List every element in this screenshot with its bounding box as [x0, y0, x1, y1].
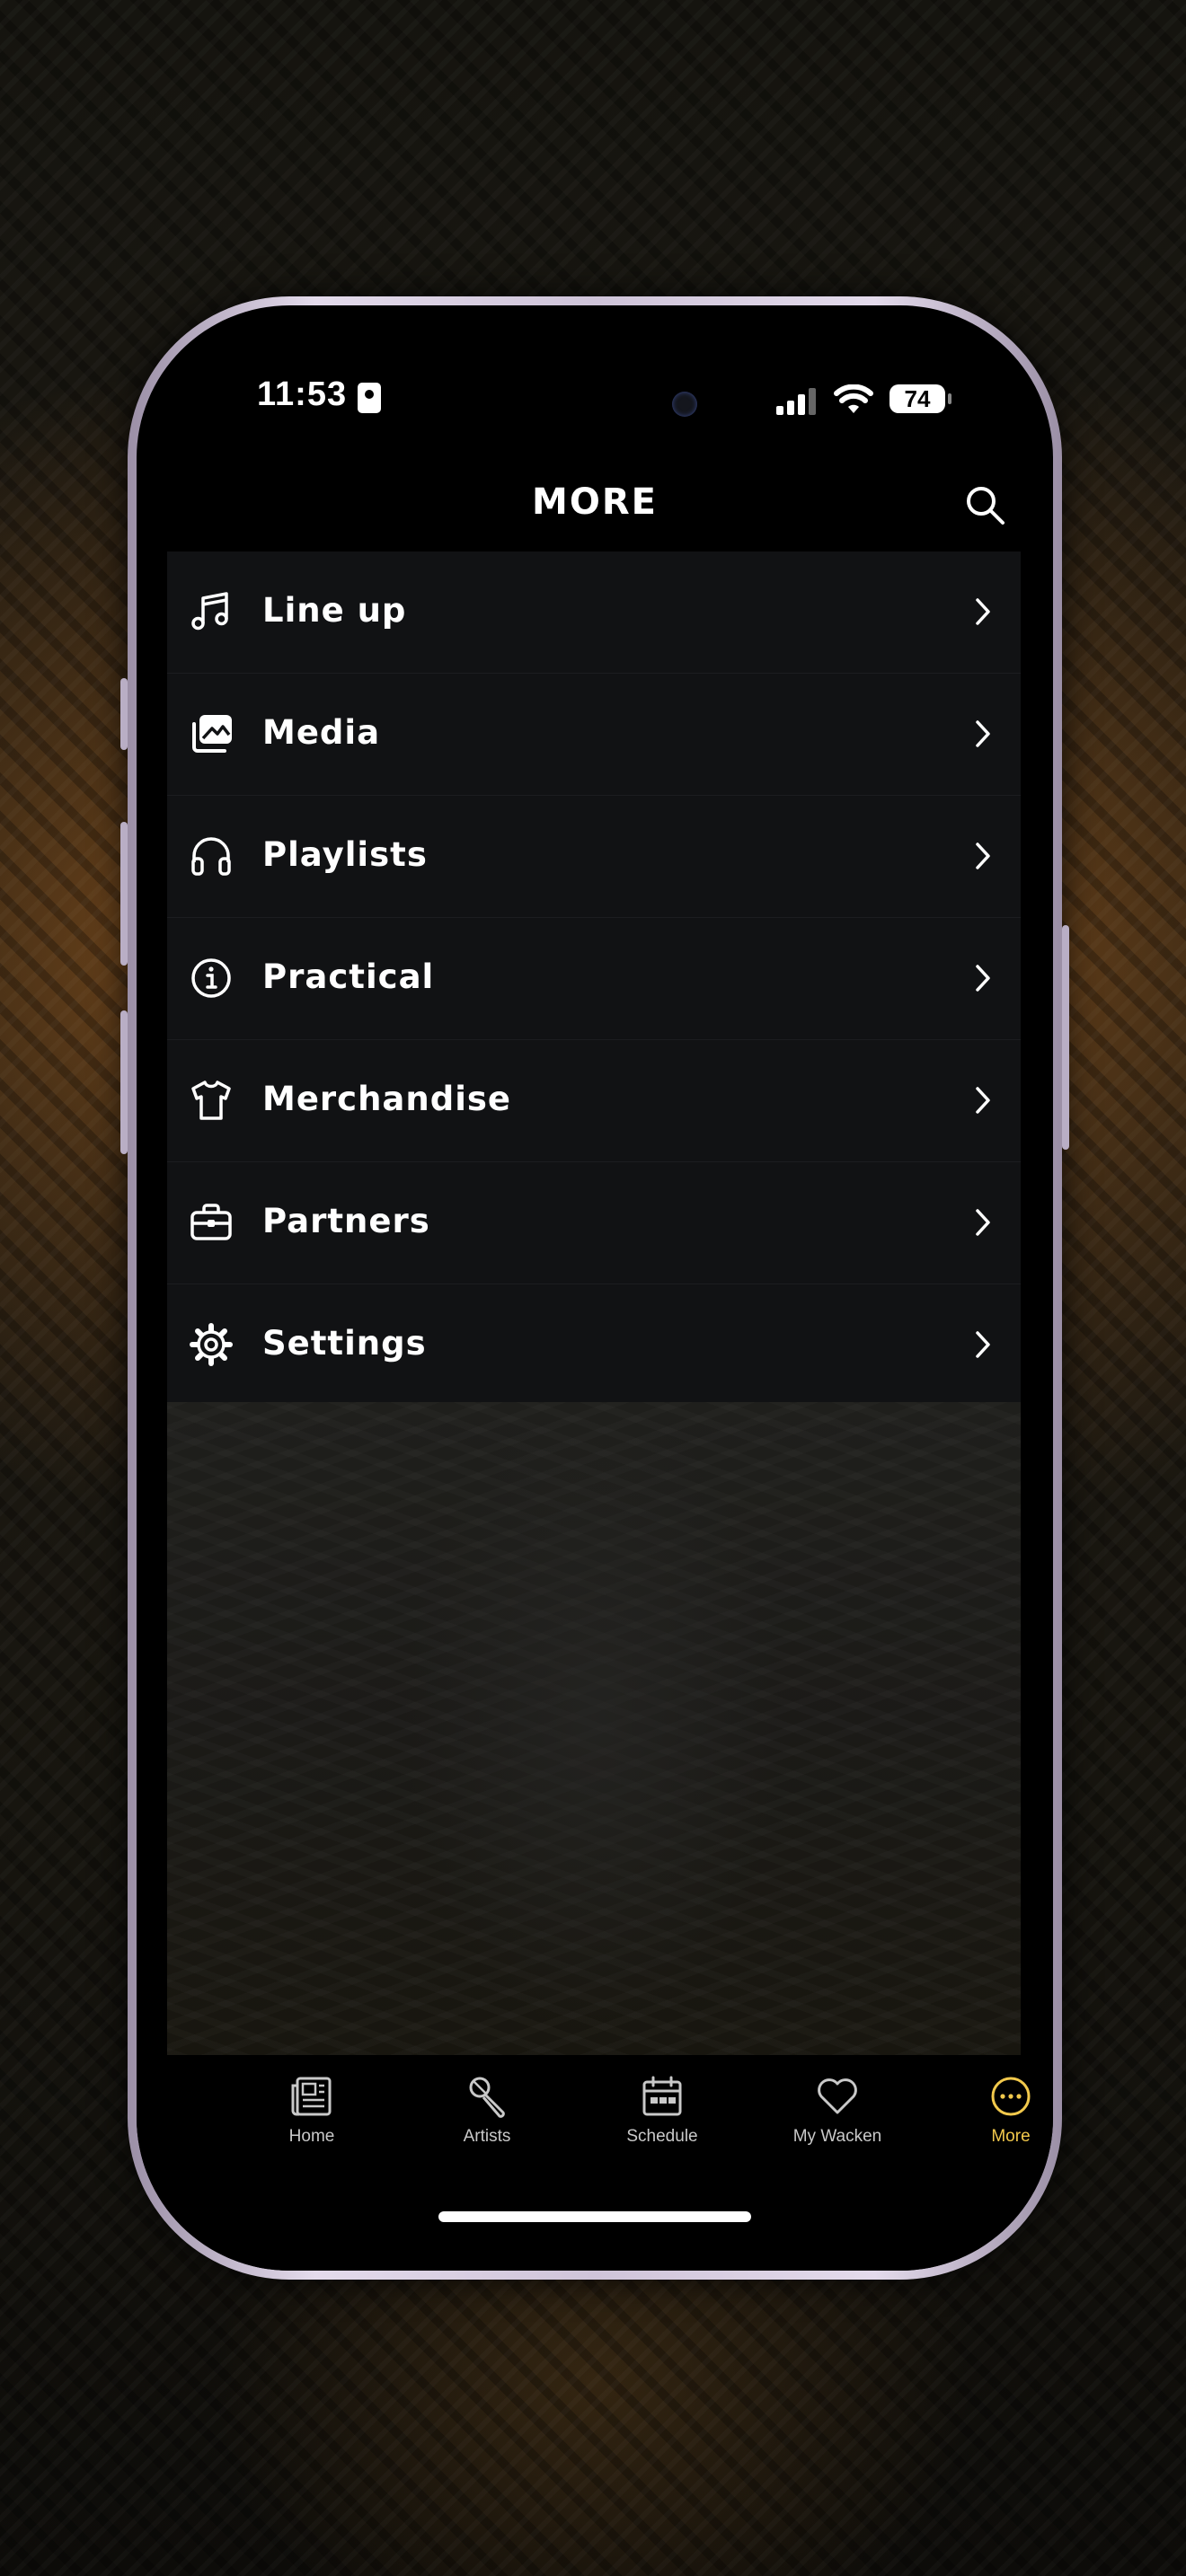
info-icon: [191, 958, 231, 998]
status-bar: 11:53 74: [137, 305, 1053, 458]
briefcase-icon: [190, 1204, 232, 1240]
chevron-right-icon: [976, 598, 990, 625]
tab-more[interactable]: More: [943, 2073, 1053, 2163]
menu-label: Merchandise: [262, 1080, 512, 1118]
mute-switch: [120, 678, 128, 750]
tab-label: Home: [288, 2127, 335, 2146]
wifi-icon: [834, 384, 873, 413]
cellular-signal-icon: [776, 388, 816, 415]
menu-list: Line up Media Playlists Practical Mercha…: [167, 551, 1021, 1407]
tab-bar: Home Artists Schedule My Wacken More: [137, 2055, 1053, 2271]
status-time: 11:53: [257, 375, 348, 413]
volume-up-button: [120, 822, 128, 966]
volume-down-button: [120, 1010, 128, 1154]
home-indicator[interactable]: [438, 2211, 751, 2222]
gear-icon: [190, 1323, 233, 1366]
search-icon[interactable]: [963, 483, 1006, 526]
more-icon: [991, 2077, 1031, 2116]
menu-item-merchandise[interactable]: Merchandise: [167, 1040, 1021, 1162]
chevron-right-icon: [976, 720, 990, 747]
power-button: [1062, 925, 1069, 1150]
tab-label: More: [991, 2127, 1031, 2146]
tab-label: Schedule: [626, 2127, 698, 2146]
contact-card-icon: [358, 383, 381, 413]
newspaper-icon: [291, 2077, 332, 2116]
tab-schedule[interactable]: Schedule: [595, 2073, 730, 2163]
menu-item-media[interactable]: Media: [167, 674, 1021, 796]
tab-label: My Wacken: [792, 2127, 882, 2146]
phone-screen: 11:53 74 MORE Line up Media Playlists Pr…: [137, 305, 1053, 2271]
headphones-icon: [191, 837, 231, 876]
calendar-icon: [642, 2076, 682, 2116]
menu-label: Line up: [262, 591, 407, 630]
tab-label: Artists: [463, 2127, 511, 2146]
menu-label: Settings: [262, 1324, 427, 1363]
tshirt-icon: [191, 1081, 231, 1120]
tab-my-wacken[interactable]: My Wacken: [770, 2073, 905, 2163]
menu-item-partners[interactable]: Partners: [167, 1162, 1021, 1284]
tab-home[interactable]: Home: [244, 2073, 379, 2163]
background-artwork: [167, 1402, 1021, 2055]
microphone-icon: [469, 2077, 505, 2118]
music-note-icon: [191, 592, 228, 631]
menu-label: Practical: [262, 957, 435, 996]
tab-artists[interactable]: Artists: [420, 2073, 554, 2163]
menu-label: Partners: [262, 1202, 430, 1240]
front-camera: [672, 392, 697, 417]
images-icon: [192, 715, 232, 753]
chevron-right-icon: [976, 1087, 990, 1114]
page-title: MORE: [532, 481, 658, 523]
heart-icon: [818, 2078, 857, 2114]
menu-item-playlists[interactable]: Playlists: [167, 796, 1021, 918]
battery-indicator: 74: [890, 384, 951, 413]
chevron-right-icon: [976, 842, 990, 869]
menu-item-settings[interactable]: Settings: [167, 1284, 1021, 1407]
chevron-right-icon: [976, 1331, 990, 1358]
menu-label: Playlists: [262, 835, 428, 874]
menu-item-line-up[interactable]: Line up: [167, 551, 1021, 674]
menu-label: Media: [262, 713, 381, 752]
chevron-right-icon: [976, 1209, 990, 1236]
chevron-right-icon: [976, 965, 990, 992]
menu-item-practical[interactable]: Practical: [167, 918, 1021, 1040]
header: MORE: [137, 458, 1053, 551]
